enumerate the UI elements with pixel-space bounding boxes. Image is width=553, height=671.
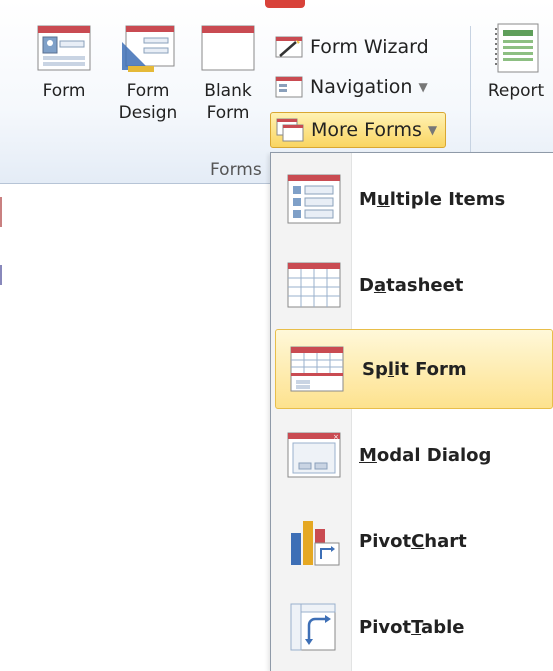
form-design-label-1: Form: [126, 81, 170, 101]
menu-item-pivottable[interactable]: PivotTable: [273, 587, 552, 667]
modal-dialog-icon: ×: [285, 429, 343, 481]
blank-form-label-2: Form: [206, 103, 250, 123]
navigation-label: Navigation: [310, 76, 413, 98]
svg-text:×: ×: [333, 433, 339, 441]
form-label: Form: [42, 81, 86, 101]
menu-item-split-form[interactable]: Split Form: [275, 329, 553, 409]
blank-form-label-1: Blank: [204, 81, 252, 101]
menu-item-label: Modal Dialog: [359, 444, 492, 466]
report-icon: [488, 22, 544, 74]
form-wizard-button[interactable]: Form Wizard: [274, 30, 429, 64]
blank-form-icon: [200, 22, 256, 74]
blank-form-button[interactable]: Blank Form: [196, 22, 260, 124]
menu-item-label: PivotChart: [359, 530, 467, 552]
menu-item-multiple-items[interactable]: Multiple Items: [273, 159, 552, 239]
form-design-label-2: Design: [118, 103, 178, 123]
forms-group-label: Forms: [210, 160, 262, 180]
more-forms-label: More Forms: [311, 119, 422, 141]
pivottable-icon: [285, 601, 343, 653]
datasheet-icon: [285, 259, 343, 311]
menu-item-label: Datasheet: [359, 274, 464, 296]
menu-item-label: PivotTable: [359, 616, 465, 638]
chevron-down-icon: ▼: [427, 123, 438, 137]
menu-item-pivotchart[interactable]: PivotChart: [273, 501, 552, 581]
navigation-icon: [274, 74, 304, 100]
ribbon-tab-indicator: [265, 0, 305, 8]
split-form-icon: [288, 343, 346, 395]
form-icon: [36, 22, 92, 74]
form-design-icon: [120, 22, 176, 74]
pivotchart-icon: [285, 515, 343, 567]
menu-item-datasheet[interactable]: Datasheet: [273, 245, 552, 325]
report-label: Report: [487, 81, 545, 101]
menu-item-modal-dialog[interactable]: × Modal Dialog: [273, 415, 552, 495]
more-forms-button[interactable]: More Forms ▼: [270, 112, 447, 148]
left-edge-marks: [0, 185, 4, 305]
report-button[interactable]: Report: [480, 22, 552, 102]
chevron-down-icon: ▼: [418, 80, 428, 94]
form-wizard-icon: [274, 34, 304, 60]
more-forms-icon: [275, 117, 305, 143]
form-button[interactable]: Form: [32, 22, 96, 102]
form-wizard-label: Form Wizard: [310, 36, 429, 58]
form-design-button[interactable]: Form Design: [110, 22, 186, 124]
menu-item-label: Multiple Items: [359, 188, 506, 210]
menu-item-label: Split Form: [362, 358, 467, 380]
multiple-items-icon: [285, 173, 343, 225]
more-forms-menu: Multiple Items Datasheet Split Form × Mo…: [270, 152, 553, 671]
navigation-button[interactable]: Navigation ▼: [274, 70, 428, 104]
